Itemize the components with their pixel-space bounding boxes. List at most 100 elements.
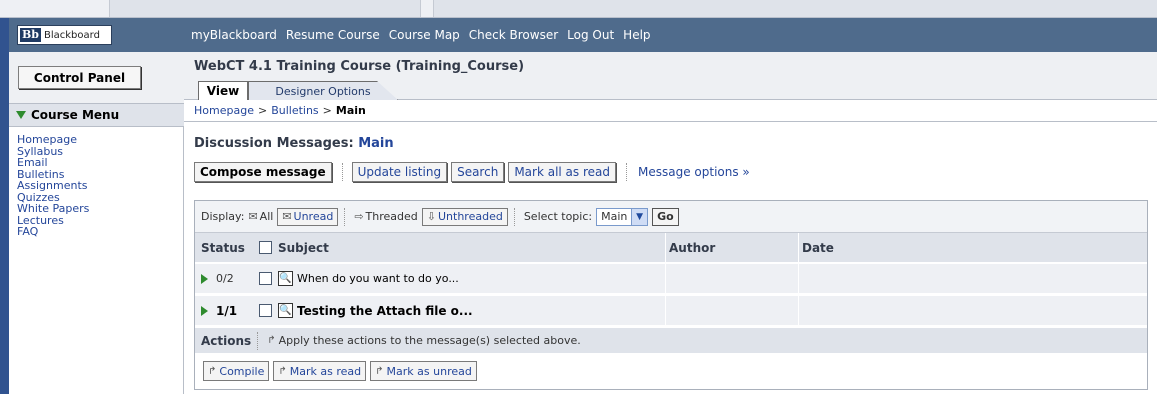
column-divider [665,233,666,262]
frame-divider [420,0,434,17]
actions-separator [257,331,259,350]
blackboard-logo[interactable]: Bb Blackboard [17,25,112,45]
action-arrow-icon: ↱ [375,365,384,377]
envelope-icon: ✉ [248,210,258,223]
status-count: 0/2 [216,272,234,285]
column-divider [798,233,799,262]
nav-log-out[interactable]: Log Out [567,28,614,42]
down-arrow-icon: ⇩ [426,210,436,223]
column-divider [665,264,666,293]
status-cell: 0/2 [201,264,234,293]
course-menu-list: Homepage Syllabus Email Bulletins Assign… [9,134,89,238]
table-row: 1/1 🔍 Testing the Attach file o... [195,296,1147,327]
breadcrumb-current: Main [335,104,366,117]
status-cell: 1/1 [201,296,237,325]
mark-as-unread-button[interactable]: ↱ Mark as unread [370,361,477,381]
nav-help[interactable]: Help [623,28,650,42]
sidebar-item-assignments[interactable]: Assignments [17,180,89,192]
mark-as-read-label: Mark as read [289,364,362,378]
message-subject-link[interactable]: Testing the Attach file o... [297,304,473,318]
unthreaded-label: Unthreaded [437,210,503,223]
column-subject-label: Subject [278,240,329,255]
expand-triangle-icon[interactable] [201,273,208,284]
message-subject-link[interactable]: When do you want to do yo... [297,272,459,285]
topic-select[interactable]: Main ▼ [596,207,649,226]
magnifier-icon[interactable]: 🔍 [278,271,293,286]
mark-as-unread-label: Mark as unread [386,364,472,378]
column-divider [798,296,799,325]
compose-message-button[interactable]: Compose message [194,162,332,182]
column-divider [665,296,666,325]
control-panel-button[interactable]: Control Panel [18,66,141,89]
message-panel: Display: ✉ All ✉ Unread ⇨ Threaded ⇩ Unt… [194,200,1148,390]
chevron-down-icon[interactable]: ▼ [631,208,648,225]
sidebar-item-homepage[interactable]: Homepage [17,134,89,146]
course-menu-label: Course Menu [31,108,120,122]
nav-resume-course[interactable]: Resume Course [286,28,380,42]
threaded-arrow-icon: ⇨ [354,210,364,223]
sidebar-item-email[interactable]: Email [17,157,89,169]
frame-tab [0,0,110,17]
logo-text: Blackboard [44,29,100,41]
breadcrumb-bulletins[interactable]: Bulletins [271,104,318,117]
actions-bar: Actions ↱ Apply these actions to the mes… [195,328,1147,353]
row-checkbox[interactable] [259,272,272,285]
column-status: Status [201,240,245,255]
mark-as-read-button[interactable]: ↱ Mark as read [273,361,367,381]
display-unread-label: Unread [293,210,334,223]
display-separator [344,207,346,226]
breadcrumb-homepage[interactable]: Homepage [194,104,254,117]
compile-label: Compile [219,364,265,378]
sidebar: Control Panel Course Menu Homepage Sylla… [9,52,184,394]
triangle-down-icon [16,111,26,119]
update-listing-button[interactable]: Update listing [351,162,448,182]
display-separator [513,207,515,226]
compile-button[interactable]: ↱ Compile [203,361,270,381]
logo-mark: Bb [20,28,41,42]
table-header: Status Subject Author Date [195,233,1147,263]
select-topic-label: Select topic: [523,210,593,223]
toolbar-separator [341,163,343,181]
expand-triangle-icon[interactable] [201,305,208,316]
row-checkbox[interactable] [259,304,272,317]
tab-designer-options[interactable]: Designer Options [248,81,398,100]
breadcrumb-separator: > [322,104,332,117]
column-subject: Subject [259,233,329,262]
sidebar-item-faq[interactable]: FAQ [17,226,89,238]
nav-course-map[interactable]: Course Map [389,28,460,42]
message-options-link[interactable]: Message options » [638,165,750,179]
go-button[interactable]: Go [652,207,679,226]
breadcrumb-separator: > [257,104,268,117]
message-toolbar: Compose message Update listing Search Ma… [194,162,750,182]
sidebar-item-white-papers[interactable]: White Papers [17,203,89,215]
display-all-link[interactable]: All [260,210,274,223]
column-author: Author [669,240,716,255]
actions-label: Actions [201,333,252,348]
action-arrow-icon: ↱ [267,335,276,346]
page-title-topic: Main [358,136,394,151]
action-arrow-icon: ↱ [208,365,217,377]
mark-all-read-button[interactable]: Mark all as read [508,162,616,182]
magnifier-icon[interactable]: 🔍 [278,303,293,318]
tab-view[interactable]: View [198,81,248,100]
display-bar: Display: ✉ All ✉ Unread ⇨ Threaded ⇩ Unt… [195,201,1147,233]
course-title-bar: WebCT 4.1 Training Course (Training_Cour… [184,52,1157,100]
main-content: WebCT 4.1 Training Course (Training_Cour… [184,52,1157,394]
table-row: 0/2 🔍 When do you want to do yo... [195,264,1147,295]
envelope-icon: ✉ [282,210,292,223]
unthreaded-button[interactable]: ⇩ Unthreaded [421,207,508,226]
search-button[interactable]: Search [451,162,505,182]
status-count: 1/1 [216,303,238,318]
course-menu-header[interactable]: Course Menu [9,104,184,127]
display-label: Display: [201,210,245,223]
toolbar-separator [626,163,627,181]
nav-check-browser[interactable]: Check Browser [469,28,558,42]
display-unread-button[interactable]: ✉ Unread [277,207,339,226]
subject-cell: 🔍 Testing the Attach file o... [259,296,473,325]
select-all-checkbox[interactable] [259,241,272,254]
column-date: Date [802,240,834,255]
nav-myblackboard[interactable]: myBlackboard [191,28,277,42]
action-arrow-icon: ↱ [278,365,287,377]
subject-cell: 🔍 When do you want to do yo... [259,264,459,293]
threaded-link[interactable]: Threaded [366,210,418,223]
